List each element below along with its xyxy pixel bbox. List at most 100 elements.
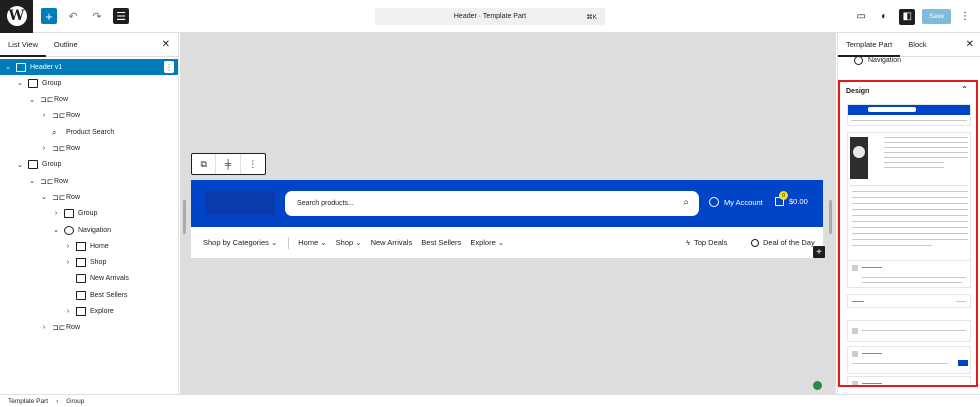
chevron-right-icon[interactable]: › xyxy=(64,308,72,315)
wordpress-logo-button[interactable]: W xyxy=(0,0,33,33)
template-title: Header · Template Part xyxy=(453,13,527,20)
list-view-item[interactable]: › ⊐⊏ Row xyxy=(0,108,178,124)
tab-block[interactable]: Block xyxy=(900,33,934,57)
list-view-item[interactable]: ⌄ Header v1 ⋮ xyxy=(0,59,178,75)
justify-button[interactable]: ╪ xyxy=(216,154,241,174)
list-view-button[interactable]: ☰ xyxy=(113,8,129,24)
add-block-button[interactable]: + xyxy=(813,246,825,258)
chevron-down-icon[interactable]: ⌄ xyxy=(28,177,36,185)
more-vertical-icon[interactable]: ⋮ xyxy=(164,61,174,73)
pattern-preview[interactable] xyxy=(847,376,971,385)
list-view-item[interactable]: ⌄ Navigation xyxy=(0,222,178,238)
chevron-right-icon[interactable]: › xyxy=(52,210,60,217)
chevron-right-icon[interactable]: › xyxy=(64,259,72,266)
list-view-item-label: Header v1 xyxy=(30,63,63,71)
mini-cart[interactable]: 0 $0.00 xyxy=(775,191,808,206)
pattern-preview[interactable] xyxy=(847,294,971,308)
pattern-preview[interactable] xyxy=(847,132,971,270)
pattern-line xyxy=(852,221,968,222)
my-account-link[interactable]: My Account xyxy=(709,197,763,207)
site-logo-placeholder[interactable] xyxy=(205,191,275,215)
custom-link-icon xyxy=(76,290,86,300)
top-deals-link[interactable]: ϟ Top Deals xyxy=(686,238,727,247)
search-icon[interactable]: ⌕ xyxy=(683,197,689,208)
navigation-block-item[interactable]: Navigation xyxy=(854,56,901,65)
list-view-item[interactable]: › Group xyxy=(0,206,178,222)
close-icon[interactable]: ✕ xyxy=(966,39,974,50)
list-view-item[interactable]: New Arrivals xyxy=(0,271,178,287)
more-vertical-icon: ⋮ xyxy=(248,158,258,169)
list-view-item[interactable]: ⌄ Group xyxy=(0,75,178,91)
chevron-right-icon[interactable]: › xyxy=(40,145,48,152)
list-view-item-label: New Arrivals xyxy=(90,275,129,283)
list-view-item[interactable]: › ⊐⊏ Row xyxy=(0,320,178,336)
list-view-item[interactable]: ⌕ Product Search xyxy=(0,124,178,140)
deal-of-the-day-link[interactable]: Deal of the Day xyxy=(751,238,815,247)
redo-button[interactable]: ↷ xyxy=(89,8,105,24)
chevron-down-icon[interactable]: ⌄ xyxy=(28,96,36,104)
list-view-item[interactable]: Best Sellers xyxy=(0,287,178,303)
list-view-item[interactable]: ⌄ ⊐⊏ Row xyxy=(0,173,178,189)
pattern-line xyxy=(956,301,966,302)
list-view-item[interactable]: › Home xyxy=(0,238,178,254)
undo-button[interactable]: ↶ xyxy=(65,8,81,24)
chevron-down-icon[interactable]: ⌄ xyxy=(52,226,60,234)
list-view-item-label: Explore xyxy=(90,308,114,315)
list-view-item[interactable]: › ⊐⊏ Row xyxy=(0,141,178,157)
chevron-up-icon[interactable]: ⌃ xyxy=(961,85,968,94)
styles-button[interactable]: ◐ xyxy=(876,9,892,25)
lightning-icon: ϟ xyxy=(686,238,690,247)
options-button[interactable]: ⋮ xyxy=(957,9,973,25)
settings-button[interactable]: ◧ xyxy=(899,8,916,25)
block-toolbar: ⧉ ╪ ⋮ xyxy=(191,153,266,175)
chevron-down-icon[interactable]: ⌄ xyxy=(4,63,12,71)
list-view-item[interactable]: ⌄ Group xyxy=(0,157,178,173)
save-button[interactable]: Save xyxy=(922,9,951,24)
preview-button[interactable]: ▭ xyxy=(853,9,869,25)
resize-handle-right[interactable] xyxy=(829,200,832,234)
list-view-item[interactable]: ⌄ ⊐⊏ Row xyxy=(0,189,178,205)
contrast-icon: ◐ xyxy=(881,11,888,22)
nav-item-label: Home xyxy=(298,238,319,247)
breadcrumb-item-template-part[interactable]: Template Part xyxy=(8,398,48,405)
pattern-preview[interactable] xyxy=(847,104,971,126)
shop-by-categories-menu[interactable]: Shop by Categories ⌄ xyxy=(203,238,277,247)
chevron-down-icon[interactable]: ⌄ xyxy=(16,161,24,169)
list-view-item[interactable]: › Shop xyxy=(0,255,178,271)
tab-outline[interactable]: Outline xyxy=(46,33,86,57)
chevron-down-icon[interactable]: ⌄ xyxy=(16,79,24,87)
pattern-line xyxy=(852,363,948,364)
tab-template-part[interactable]: Template Part xyxy=(838,33,900,57)
list-view-item-label: Product Search xyxy=(66,128,115,136)
breadcrumb-item-group[interactable]: Group xyxy=(66,398,84,405)
nav-item-shop[interactable]: Shop ⌄ xyxy=(336,238,362,247)
list-view-item[interactable]: › Explore xyxy=(0,304,178,320)
pattern-preview[interactable] xyxy=(847,320,971,342)
nav-item-explore[interactable]: Explore ⌄ xyxy=(470,238,504,247)
nav-item-new-arrivals[interactable]: New Arrivals xyxy=(371,238,413,247)
list-view-panel: List View Outline ✕ ⌄ Header v1 ⋮ ⌄ Group ⌄ ⊐⊏… xyxy=(0,33,179,394)
cart-count-badge: 0 xyxy=(779,191,788,200)
pattern-preview[interactable] xyxy=(847,260,971,288)
chevron-right-icon[interactable]: › xyxy=(40,112,48,119)
nav-item-home[interactable]: Home ⌄ xyxy=(298,238,326,247)
header-template-preview[interactable]: Search products... ⌕ My Account 0 $0.00 … xyxy=(191,180,823,258)
add-block-toggle-button[interactable]: + xyxy=(41,8,57,24)
resize-handle-left[interactable] xyxy=(183,200,186,234)
block-options-button[interactable]: ⋮ xyxy=(241,154,265,174)
product-search-input[interactable]: Search products... ⌕ xyxy=(285,191,699,216)
list-view-item[interactable]: ⌄ ⊐⊏ Row xyxy=(0,92,178,108)
nav-item-label: Shop xyxy=(335,238,354,247)
pattern-line xyxy=(852,203,968,204)
tab-list-view[interactable]: List View xyxy=(0,33,46,57)
pattern-preview[interactable] xyxy=(847,346,971,374)
block-type-button[interactable]: ⧉ xyxy=(192,154,217,174)
chevron-down-icon[interactable]: ⌄ xyxy=(40,193,48,201)
nav-item-best-sellers[interactable]: Best Sellers xyxy=(421,238,461,247)
command-palette-bar[interactable]: Header · Template Part ⌘K xyxy=(375,8,605,25)
chevron-right-icon[interactable]: › xyxy=(40,324,48,331)
design-panel-header[interactable]: Design ⌃ xyxy=(840,82,976,100)
chevron-right-icon[interactable]: › xyxy=(64,243,72,250)
close-icon[interactable]: ✕ xyxy=(162,39,170,50)
pattern-image-face xyxy=(853,146,865,158)
